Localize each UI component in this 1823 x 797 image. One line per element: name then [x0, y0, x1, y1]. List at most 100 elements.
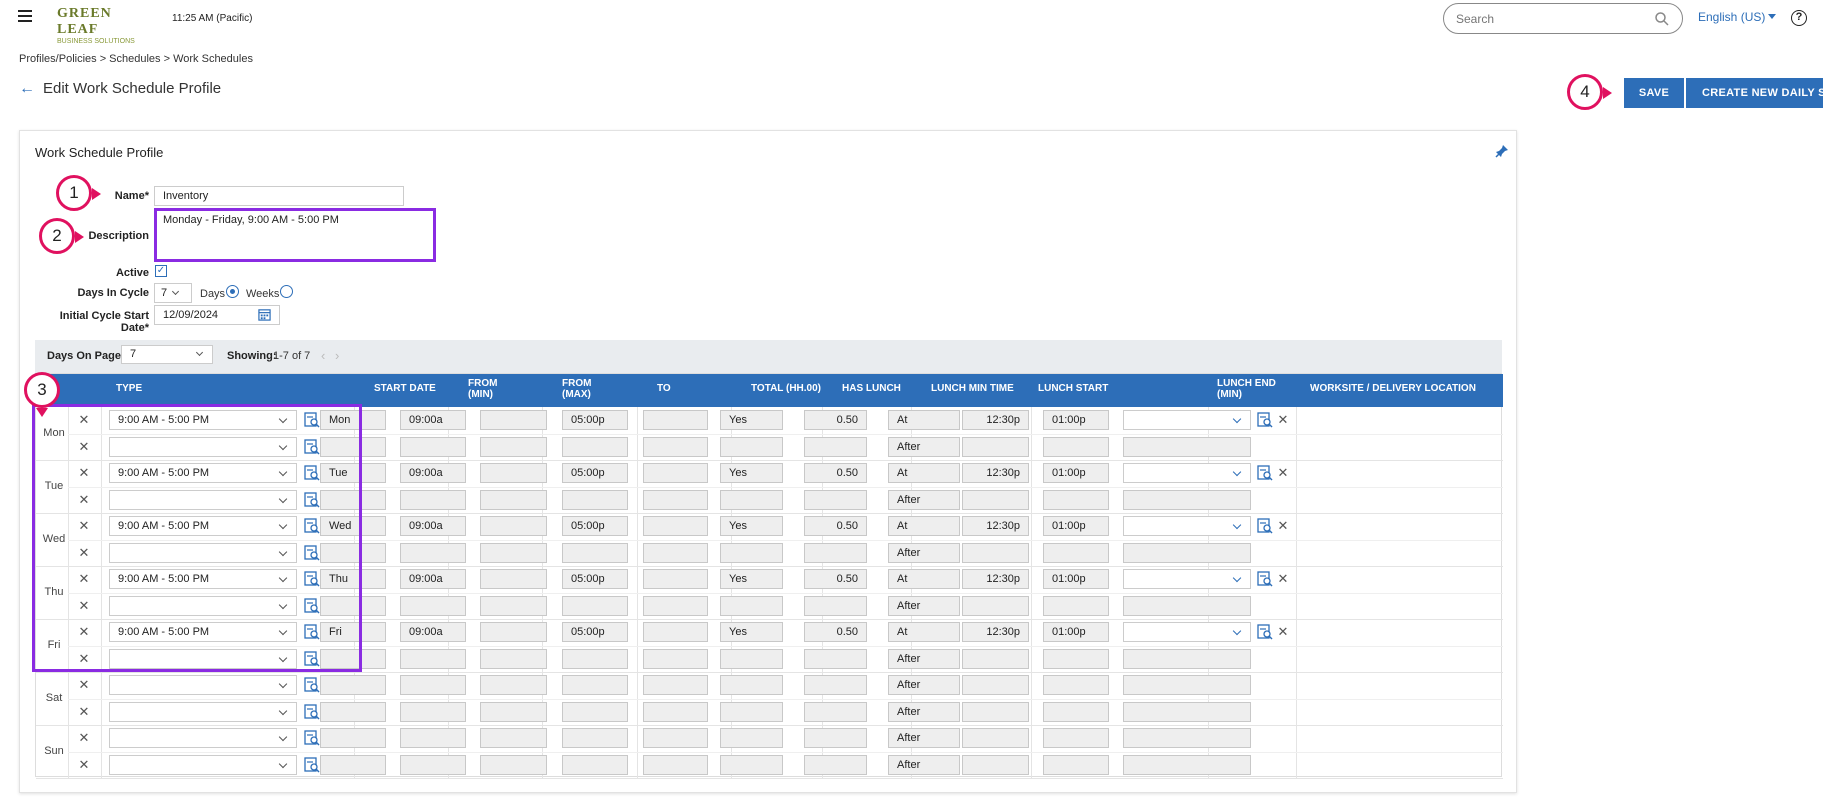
total-cell [643, 569, 708, 589]
lunch-start-type-cell: At [888, 516, 960, 536]
total-cell [643, 516, 708, 536]
remove-row-icon[interactable]: ✕ [77, 758, 91, 772]
to-cell [562, 754, 628, 775]
total-cell [643, 436, 708, 457]
to-cell [562, 648, 628, 669]
worksite-cell [1123, 701, 1251, 722]
worksite-lookup-icon[interactable] [1257, 571, 1273, 587]
lunch-min-time-cell [804, 489, 867, 510]
create-new-daily-schedule-button[interactable]: CREATE NEW DAILY SCHEDULE [1686, 78, 1823, 108]
search-input[interactable] [1456, 11, 1646, 27]
worksite-select[interactable] [1123, 516, 1251, 536]
lunch-start-type-cell: After [888, 754, 960, 775]
search-icon[interactable] [1654, 11, 1670, 27]
worksite-lookup-icon[interactable] [1257, 412, 1273, 428]
has-lunch-cell [720, 542, 783, 563]
lookup-icon[interactable] [304, 703, 320, 720]
language-selector[interactable]: English (US) [1698, 10, 1777, 24]
col-to: TO [657, 383, 671, 394]
back-arrow-icon[interactable]: ← [19, 80, 35, 97]
remove-worksite-icon[interactable]: ✕ [1276, 413, 1290, 427]
pin-icon[interactable] [1494, 143, 1510, 159]
calendar-icon[interactable] [258, 308, 271, 321]
remove-worksite-icon[interactable]: ✕ [1276, 519, 1290, 533]
total-cell [643, 675, 708, 695]
name-label: Name* [114, 190, 149, 202]
weeks-option-label: Weeks [246, 288, 280, 300]
chevron-down-icon [1232, 467, 1242, 477]
type-select[interactable] [109, 701, 297, 722]
to-cell: 05:00p [562, 622, 628, 642]
company-logo[interactable]: GREEN LEAF BUSINESS SOLUTIONS [57, 6, 157, 45]
col-lunch-end-line2: (MIN) [1217, 389, 1242, 400]
day-divider [36, 778, 1503, 779]
remove-row-icon[interactable]: ✕ [77, 731, 91, 745]
worksite-select[interactable] [1123, 622, 1251, 642]
col-lunch-end-line1: LUNCH END [1217, 378, 1276, 389]
save-button[interactable]: SAVE [1624, 78, 1684, 108]
remove-row-icon[interactable]: ✕ [77, 705, 91, 719]
from-min-cell: 09:00a [400, 410, 466, 430]
remove-worksite-icon[interactable]: ✕ [1276, 572, 1290, 586]
active-checkbox[interactable]: ✓ [155, 265, 167, 277]
days-in-cycle-value: 7 [161, 287, 168, 299]
logo-line1: GREEN LEAF [57, 6, 112, 37]
has-lunch-cell [720, 489, 783, 510]
total-cell [643, 754, 708, 775]
top-bar: GREEN LEAF BUSINESS SOLUTIONS 11:25 AM (… [0, 0, 1823, 45]
type-select[interactable] [109, 754, 297, 775]
search-box[interactable] [1443, 3, 1683, 34]
lunch-start-type-cell: After [888, 675, 960, 695]
from-max-cell [480, 569, 547, 589]
lunch-start-type-cell: At [888, 410, 960, 430]
col-lunch-start: LUNCH START [1038, 383, 1109, 394]
worksite-lookup-icon[interactable] [1257, 624, 1273, 640]
lunch-end-cell [1043, 436, 1109, 457]
to-cell: 05:00p [562, 516, 628, 536]
total-cell [643, 701, 708, 722]
remove-worksite-icon[interactable]: ✕ [1276, 466, 1290, 480]
lookup-icon[interactable] [304, 677, 320, 693]
lunch-min-time-cell [804, 436, 867, 457]
worksite-select[interactable] [1123, 463, 1251, 483]
prev-page-icon[interactable]: ‹ [321, 348, 325, 363]
worksite-select[interactable] [1123, 569, 1251, 589]
to-cell [562, 489, 628, 510]
worksite-select[interactable] [1123, 410, 1251, 430]
hamburger-menu-icon[interactable] [18, 10, 32, 25]
lookup-icon[interactable] [304, 730, 320, 746]
showing-label: Showing: [227, 350, 277, 362]
type-select[interactable] [109, 728, 297, 748]
worksite-lookup-icon[interactable] [1257, 518, 1273, 534]
current-time: 11:25 AM (Pacific) [172, 13, 253, 24]
weeks-radio[interactable] [280, 285, 293, 298]
name-input[interactable]: Inventory [154, 186, 404, 206]
lunch-min-time-cell [804, 595, 867, 616]
remove-row-icon[interactable]: ✕ [77, 678, 91, 692]
next-page-icon[interactable]: › [335, 348, 339, 363]
lunch-start-type-cell: At [888, 569, 960, 589]
lunch-min-time-cell [804, 701, 867, 722]
showing-value: 1-7 of 7 [273, 350, 311, 362]
help-icon[interactable]: ? [1791, 10, 1807, 26]
row-divider [68, 698, 1503, 700]
worksite-lookup-icon[interactable] [1257, 465, 1273, 481]
logo-line2: BUSINESS SOLUTIONS [57, 38, 135, 45]
worksite-cell [1123, 436, 1251, 457]
lunch-start-time-cell: 12:30p [962, 410, 1029, 430]
col-from-max-line1: FROM [562, 378, 592, 389]
lunch-start-time-cell: 12:30p [962, 569, 1029, 589]
has-lunch-cell [720, 595, 783, 616]
days-on-page-select[interactable]: 7 [121, 345, 213, 364]
annotation-arrow-2 [75, 231, 84, 243]
type-select[interactable] [109, 675, 297, 695]
days-radio[interactable] [226, 285, 239, 298]
lunch-min-time-cell: 0.50 [804, 410, 867, 430]
chevron-down-icon [1232, 573, 1242, 583]
remove-worksite-icon[interactable]: ✕ [1276, 625, 1290, 639]
worksite-cell [1123, 648, 1251, 669]
lookup-icon[interactable] [304, 756, 320, 773]
days-in-cycle-select[interactable]: 7 [154, 283, 192, 303]
breadcrumb[interactable]: Profiles/Policies > Schedules > Work Sch… [19, 53, 253, 65]
description-textarea[interactable]: Monday - Friday, 9:00 AM - 5:00 PM [154, 208, 436, 262]
